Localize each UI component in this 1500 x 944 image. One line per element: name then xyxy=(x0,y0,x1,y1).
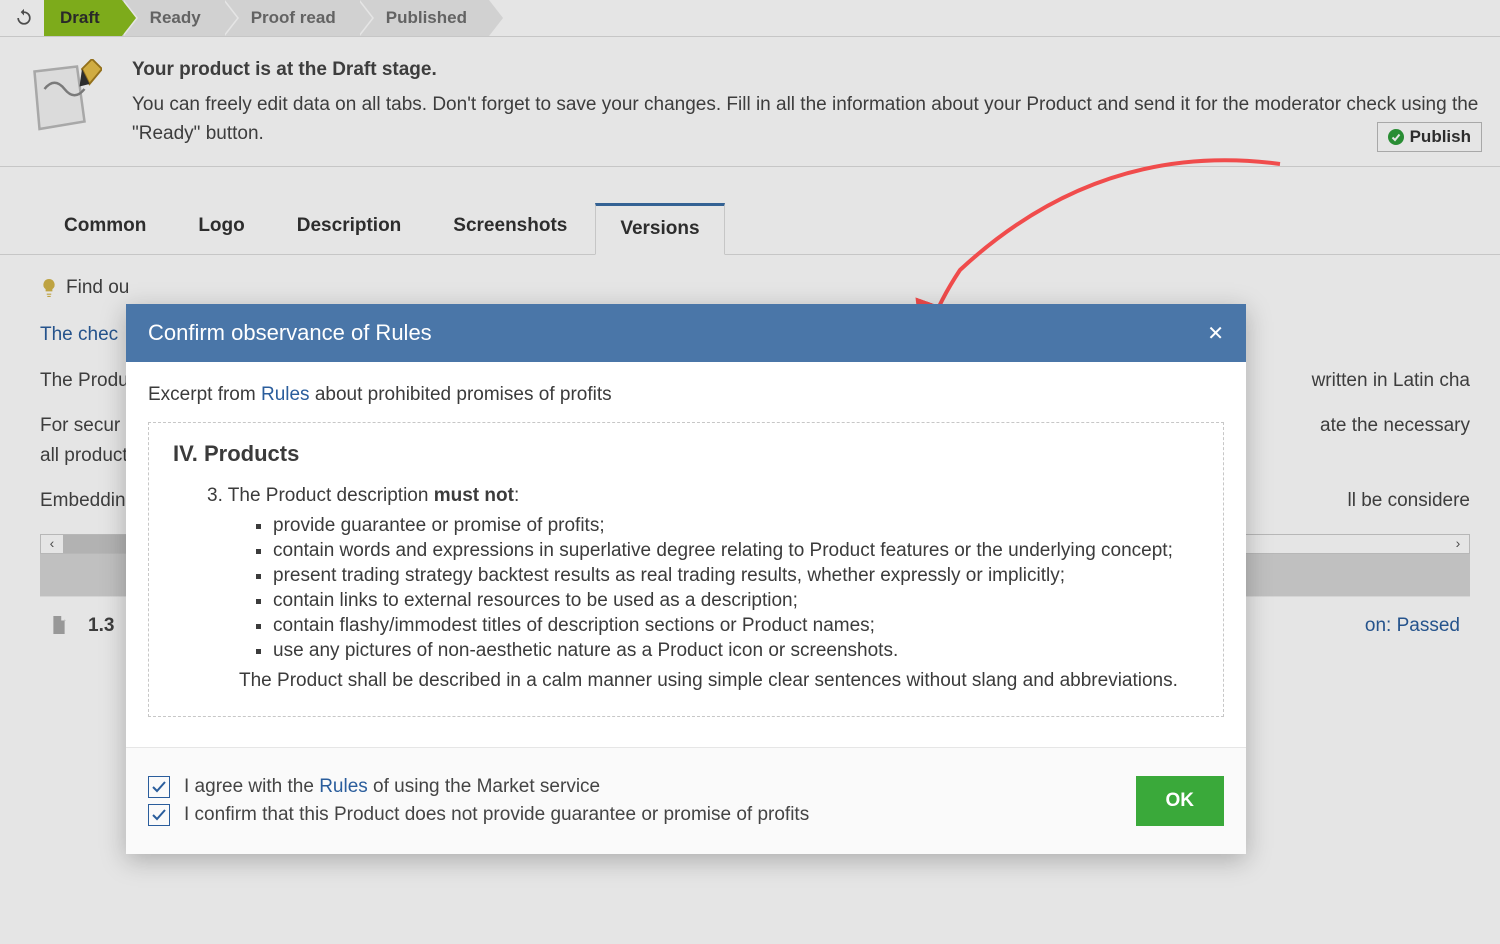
rules-lead: 3. The Product description must not: xyxy=(207,485,1199,507)
status-body: You can freely edit data on all tabs. Do… xyxy=(132,91,1480,148)
tabs: Common Logo Description Screenshots Vers… xyxy=(0,167,1500,255)
agree-rules-checkbox[interactable]: I agree with the Rules of using the Mark… xyxy=(148,776,1136,798)
modal-footer: I agree with the Rules of using the Mark… xyxy=(126,747,1246,854)
rules-link[interactable]: Rules xyxy=(319,776,368,797)
checkmark-icon xyxy=(151,807,167,823)
status-panel: Your product is at the Draft stage. You … xyxy=(0,36,1500,167)
stage-draft[interactable]: Draft xyxy=(44,0,122,36)
tab-versions[interactable]: Versions xyxy=(595,203,724,255)
lightbulb-icon xyxy=(40,279,58,297)
version-number: 1.3 xyxy=(88,611,114,640)
rules-confirmation-modal: Confirm observance of Rules ✕ Excerpt fr… xyxy=(126,304,1246,854)
confirm-no-guarantee-checkbox[interactable]: I confirm that this Product does not pro… xyxy=(148,804,1136,826)
validation-status: on: Passed xyxy=(1365,611,1460,640)
tab-screenshots[interactable]: Screenshots xyxy=(429,203,591,254)
tab-description[interactable]: Description xyxy=(273,203,426,254)
ok-button[interactable]: OK xyxy=(1136,776,1225,826)
rules-list-item: contain flashy/immodest titles of descri… xyxy=(273,615,1199,637)
stage-published[interactable]: Published xyxy=(358,0,489,36)
status-heading: Your product is at the Draft stage. xyxy=(132,59,1480,81)
excerpt-line: Excerpt from Rules about prohibited prom… xyxy=(148,384,1224,406)
rules-list-item: use any pictures of non-aesthetic nature… xyxy=(273,640,1199,662)
scroll-left-icon[interactable]: ‹ xyxy=(41,535,63,553)
draft-document-icon xyxy=(22,59,102,139)
rules-section-heading: IV. Products xyxy=(173,441,1199,467)
publish-button[interactable]: Publish xyxy=(1377,122,1482,152)
check-circle-icon xyxy=(1388,129,1404,145)
stage-proofread[interactable]: Proof read xyxy=(223,0,358,36)
scroll-thumb[interactable] xyxy=(63,535,133,553)
file-icon xyxy=(50,616,68,634)
close-icon[interactable]: ✕ xyxy=(1207,321,1224,346)
rules-list-item: present trading strategy backtest result… xyxy=(273,565,1199,587)
scroll-right-icon[interactable]: › xyxy=(1447,535,1469,553)
refresh-icon[interactable] xyxy=(14,8,34,28)
rules-tail: The Product shall be described in a calm… xyxy=(239,670,1199,692)
hint-text: Find ou xyxy=(66,273,129,302)
rules-list-item: contain words and expressions in superla… xyxy=(273,540,1199,562)
rules-link[interactable]: Rules xyxy=(261,384,310,405)
rules-list: provide guarantee or promise of profits;… xyxy=(273,515,1199,662)
tab-common[interactable]: Common xyxy=(40,203,170,254)
rules-list-item: provide guarantee or promise of profits; xyxy=(273,515,1199,537)
checklist-link[interactable]: The chec xyxy=(40,324,118,345)
rules-list-item: contain links to external resources to b… xyxy=(273,590,1199,612)
modal-title: Confirm observance of Rules xyxy=(148,320,432,346)
rules-excerpt-box: IV. Products 3. The Product description … xyxy=(148,422,1224,717)
modal-titlebar: Confirm observance of Rules ✕ xyxy=(126,304,1246,362)
tab-logo[interactable]: Logo xyxy=(174,203,268,254)
checkmark-icon xyxy=(151,779,167,795)
workflow-stage-bar: Draft Ready Proof read Published xyxy=(0,0,1500,36)
